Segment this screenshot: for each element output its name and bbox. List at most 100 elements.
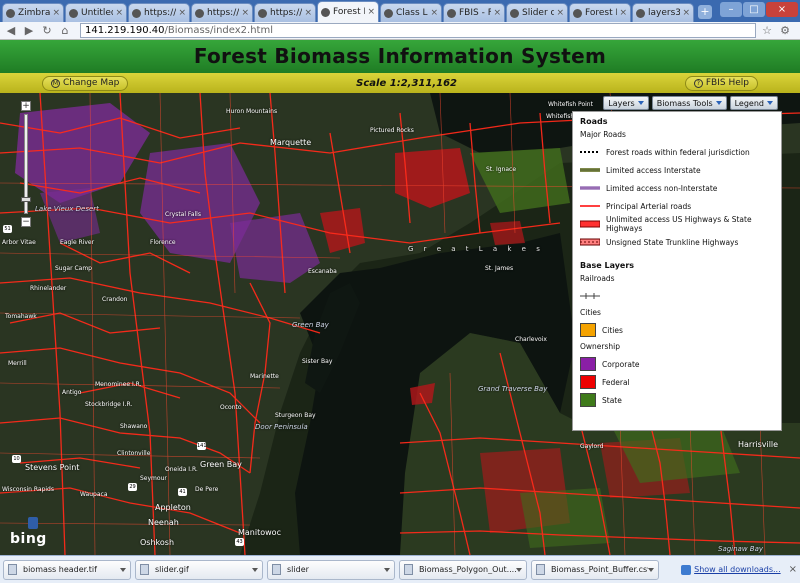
browser-tab[interactable]: https://hus×: [191, 3, 253, 22]
download-item[interactable]: slider: [267, 559, 395, 580]
close-tab-icon[interactable]: ×: [367, 7, 375, 17]
home-icon[interactable]: ⌂: [58, 24, 72, 38]
browser-tab[interactable]: Forest Biom×: [569, 3, 631, 22]
maximize-icon[interactable]: □: [743, 2, 765, 17]
zoom-in-button[interactable]: +: [21, 101, 31, 111]
map-label-manitowoc: Manitowoc: [238, 528, 281, 537]
close-tab-icon[interactable]: ×: [304, 8, 312, 18]
download-item[interactable]: slider.gif: [135, 559, 263, 580]
legend-row: Limited access non-Interstate: [580, 179, 774, 197]
csv-file-icon: [404, 564, 413, 575]
route-shield-icon: 51: [3, 225, 12, 233]
cities-swatch: [580, 323, 596, 337]
route-shield-icon: 41: [178, 488, 187, 496]
dropdown-caret-icon[interactable]: [648, 567, 654, 572]
browser-tab[interactable]: layers3_we×: [632, 3, 694, 22]
interstate-symbol-icon: [580, 168, 600, 172]
route-shield-icon: 10: [12, 455, 21, 463]
reload-icon[interactable]: ↻: [40, 24, 54, 38]
map-label-gaylord: Gaylord: [580, 443, 604, 450]
browser-tab[interactable]: Untitled ×: [65, 3, 127, 22]
map-scale: Scale 1:2,311,162: [356, 77, 458, 89]
new-tab-button[interactable]: +: [698, 5, 712, 19]
map-label-st-james: St. James: [485, 265, 514, 272]
map-label-rhinelander: Rhinelander: [30, 285, 67, 292]
map-label-stevens-point: Stevens Point: [25, 463, 80, 472]
browser-tab[interactable]: FBIS - Fore×: [443, 3, 505, 22]
dropdown-caret-icon[interactable]: [252, 567, 258, 572]
close-tab-icon[interactable]: ×: [430, 8, 438, 18]
zoom-track[interactable]: [21, 114, 31, 214]
close-tab-icon[interactable]: ×: [241, 8, 249, 18]
dropdown-caret-icon[interactable]: [516, 567, 522, 572]
tab-favicon-icon: [132, 8, 141, 18]
map-canvas[interactable]: + − Marquette Huron Mountains Pictured R…: [0, 93, 800, 555]
download-item[interactable]: biomass header.tif: [3, 559, 131, 580]
legend-panel: Roads Major Roads Forest roads within fe…: [572, 111, 782, 431]
window-controls: – □ ×: [720, 2, 798, 17]
change-map-button[interactable]: M Change Map: [42, 75, 129, 91]
download-item[interactable]: Biomass_Polygon_Out....csv: [399, 559, 527, 580]
tab-favicon-icon: [573, 8, 582, 18]
forward-arrow-icon[interactable]: ▶: [22, 24, 36, 38]
page-title: Forest Biomass Information System: [193, 44, 607, 68]
route-shield-icon: 141: [197, 442, 207, 450]
dropdown-caret-icon[interactable]: [120, 567, 126, 572]
wrench-icon[interactable]: ⚙: [778, 24, 792, 38]
download-item[interactable]: Biomass_Point_Buffer.csv: [531, 559, 659, 580]
browser-tab[interactable]: https://hus×: [128, 3, 190, 22]
map-label-neenah: Neenah: [148, 518, 179, 527]
help-icon: ?: [693, 78, 703, 88]
browser-tab[interactable]: Slider comb×: [506, 3, 568, 22]
show-all-downloads-link[interactable]: Show all downloads...: [681, 564, 781, 575]
tab-favicon-icon: [636, 8, 645, 18]
layers-dropdown[interactable]: Layers: [603, 96, 649, 110]
close-tab-icon[interactable]: ×: [619, 8, 627, 18]
browser-tab[interactable]: https://hus×: [254, 3, 316, 22]
close-tab-icon[interactable]: ×: [115, 8, 123, 18]
map-label-seymour: Seymour: [140, 475, 167, 482]
bookmark-star-icon[interactable]: ☆: [760, 24, 774, 38]
bing-logo-icon: [28, 517, 38, 529]
legend-dropdown[interactable]: Legend: [729, 96, 778, 110]
map-label-appleton: Appleton: [155, 503, 191, 512]
browser-tab[interactable]: Class List R×: [380, 3, 442, 22]
biomass-tools-dropdown[interactable]: Biomass Tools: [651, 96, 727, 110]
map-label-lake-vieux-desert: Lake Vieux Desert: [35, 205, 99, 213]
close-tab-icon[interactable]: ×: [556, 8, 564, 18]
map-label-pictured-rocks: Pictured Rocks: [370, 127, 414, 134]
close-window-icon[interactable]: ×: [766, 2, 798, 17]
tab-favicon-icon: [258, 8, 267, 18]
url-path: /Biomass/index2.html: [164, 25, 273, 36]
back-arrow-icon[interactable]: ◀: [4, 24, 18, 38]
tab-favicon-icon: [447, 8, 456, 18]
dropdown-caret-icon: [637, 101, 644, 105]
close-tab-icon[interactable]: ×: [682, 8, 690, 18]
close-tab-icon[interactable]: ×: [178, 8, 186, 18]
help-button[interactable]: ? FBIS Help: [684, 75, 758, 91]
close-downloads-icon[interactable]: ×: [789, 564, 797, 575]
map-label-sister-bay: Sister Bay: [302, 358, 333, 365]
browser-toolbar: ◀ ▶ ↻ ⌂ 141.219.190.40/Biomass/index2.ht…: [0, 22, 800, 40]
us-highway-symbol-icon: [580, 220, 600, 228]
close-tab-icon[interactable]: ×: [493, 8, 501, 18]
map-label-menominee-ir: Menominee I.R.: [95, 381, 142, 388]
url-host: 141.219.190.40: [85, 25, 165, 36]
close-tab-icon[interactable]: ×: [52, 8, 60, 18]
map-label-stockbridge-ir: Stockbridge I.R.: [85, 401, 133, 408]
map-label-crandon: Crandon: [102, 296, 128, 303]
dropdown-caret-icon[interactable]: [384, 567, 390, 572]
zoom-handle[interactable]: [21, 197, 31, 202]
minimize-icon[interactable]: –: [720, 2, 742, 17]
zoom-out-button[interactable]: −: [21, 217, 31, 227]
corporate-swatch: [580, 357, 596, 371]
map-label-merrill: Merrill: [8, 360, 27, 367]
zoom-slider[interactable]: + −: [21, 101, 31, 231]
tab-favicon-icon: [69, 8, 78, 18]
route-shield-icon: 43: [235, 538, 244, 546]
browser-tab[interactable]: Zimbra: Int×: [2, 3, 64, 22]
legend-row: State: [580, 391, 774, 409]
browser-tab-active[interactable]: Forest Biom×: [317, 1, 379, 22]
address-bar[interactable]: 141.219.190.40/Biomass/index2.html: [80, 23, 756, 38]
legend-cities-heading: Cities: [580, 308, 601, 317]
